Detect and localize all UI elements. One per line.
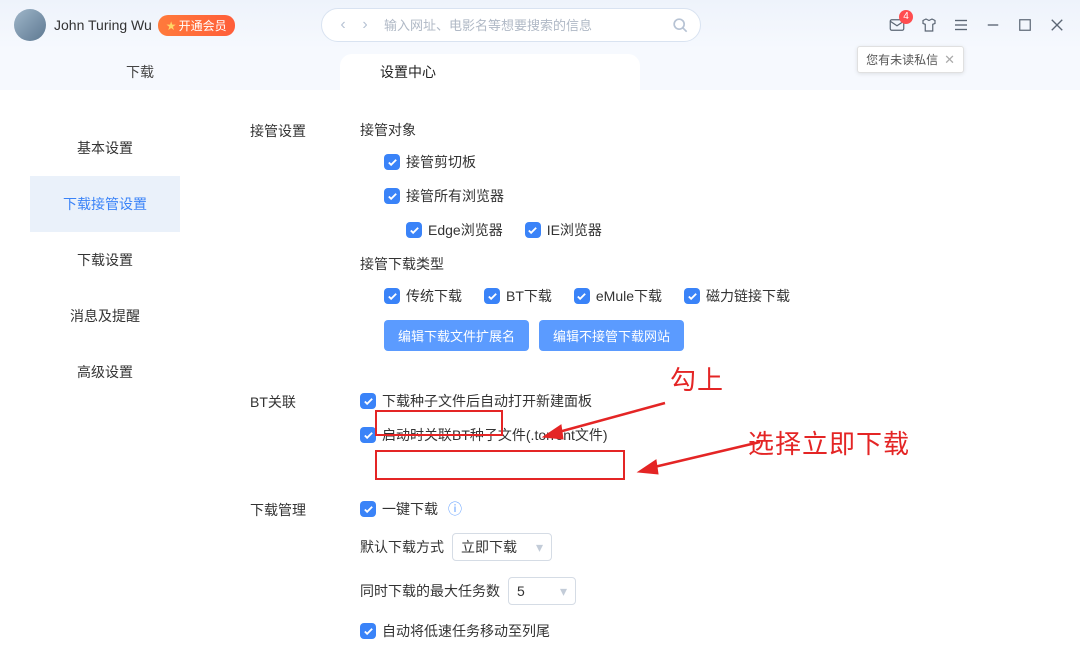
chk-assoc-torrent[interactable]: 启动时关联BT种子文件(.torrent文件) — [360, 425, 608, 445]
maximize-icon[interactable] — [1016, 16, 1034, 34]
tab-settings[interactable]: 设置中心 — [332, 52, 484, 90]
chk-bt[interactable]: BT下载 — [484, 286, 552, 306]
chk-all-browsers[interactable]: 接管所有浏览器 — [384, 186, 504, 206]
main: 基本设置 下载接管设置 下载设置 消息及提醒 高级设置 接管设置 接管对象 接管… — [0, 90, 1080, 664]
tooltip-text: 您有未读私信 — [866, 51, 938, 68]
mail-badge: 4 — [899, 10, 913, 24]
takeover-type-head: 接管下载类型 — [360, 254, 1040, 274]
chk-ie[interactable]: IE浏览器 — [525, 220, 602, 240]
chk-emule[interactable]: eMule下载 — [574, 286, 662, 306]
open-vip-button[interactable]: ★开通会员 — [158, 15, 235, 36]
chk-magnet[interactable]: 磁力链接下载 — [684, 286, 790, 306]
sidebar-item-takeover[interactable]: 下载接管设置 — [30, 176, 180, 232]
chevron-down-icon: ▾ — [560, 583, 567, 600]
section-bt-label: BT关联 — [250, 391, 360, 459]
close-icon[interactable] — [1048, 16, 1066, 34]
default-mode-label: 默认下载方式 — [360, 537, 444, 557]
sidebar-item-notify[interactable]: 消息及提醒 — [30, 288, 180, 344]
settings-content: 接管设置 接管对象 接管剪切板 接管所有浏览器 Edge浏览器 IE浏览器 接管… — [200, 90, 1080, 664]
section-dlmgr: 下载管理 一键下载ⓘ 默认下载方式 立即下载 ▾ 同时下载的最大任务数 5 — [250, 499, 1040, 655]
search-icon[interactable] — [670, 15, 690, 35]
title-bar: John Turing Wu ★开通会员 ‹ › 4 — [0, 0, 1080, 50]
tooltip-close-icon[interactable]: ✕ — [944, 52, 955, 68]
chk-clipboard[interactable]: 接管剪切板 — [384, 152, 476, 172]
unread-tooltip: 您有未读私信 ✕ — [857, 46, 964, 73]
max-tasks-label: 同时下载的最大任务数 — [360, 581, 500, 601]
edit-sites-button[interactable]: 编辑不接管下载网站 — [539, 320, 684, 351]
section-bt: BT关联 下载种子文件后自动打开新建面板 启动时关联BT种子文件(.torren… — [250, 391, 1040, 459]
max-tasks-select[interactable]: 5 ▾ — [508, 577, 576, 605]
nav-forward-icon[interactable]: › — [356, 16, 374, 34]
username: John Turing Wu — [54, 17, 152, 33]
mail-icon[interactable]: 4 — [888, 16, 906, 34]
settings-sidebar: 基本设置 下载接管设置 下载设置 消息及提醒 高级设置 — [0, 90, 200, 664]
default-mode-select[interactable]: 立即下载 ▾ — [452, 533, 552, 561]
avatar[interactable] — [14, 9, 46, 41]
sidebar-item-advanced[interactable]: 高级设置 — [30, 344, 180, 400]
search-input[interactable] — [376, 18, 670, 33]
tab-download[interactable]: 下载 — [78, 52, 202, 90]
section-takeover-label: 接管设置 — [250, 120, 360, 371]
menu-icon[interactable] — [952, 16, 970, 34]
search-box: ‹ › — [321, 8, 701, 42]
info-icon[interactable]: ⓘ — [448, 499, 462, 519]
chk-traditional[interactable]: 传统下载 — [384, 286, 462, 306]
sidebar-item-basic[interactable]: 基本设置 — [30, 120, 180, 176]
chk-move-slow[interactable]: 自动将低速任务移动至列尾 — [360, 621, 550, 641]
section-dlmgr-label: 下载管理 — [250, 499, 360, 655]
edit-extensions-button[interactable]: 编辑下载文件扩展名 — [384, 320, 529, 351]
chk-auto-open[interactable]: 下载种子文件后自动打开新建面板 — [360, 391, 592, 411]
section-takeover: 接管设置 接管对象 接管剪切板 接管所有浏览器 Edge浏览器 IE浏览器 接管… — [250, 120, 1040, 371]
chevron-down-icon: ▾ — [536, 539, 543, 556]
skin-icon[interactable] — [920, 16, 938, 34]
minimize-icon[interactable] — [984, 16, 1002, 34]
window-controls: 4 — [874, 16, 1066, 34]
chk-edge[interactable]: Edge浏览器 — [406, 220, 503, 240]
nav-back-icon[interactable]: ‹ — [334, 16, 352, 34]
chk-one-click[interactable]: 一键下载ⓘ — [360, 499, 462, 519]
sidebar-item-download[interactable]: 下载设置 — [30, 232, 180, 288]
takeover-target-head: 接管对象 — [360, 120, 1040, 140]
